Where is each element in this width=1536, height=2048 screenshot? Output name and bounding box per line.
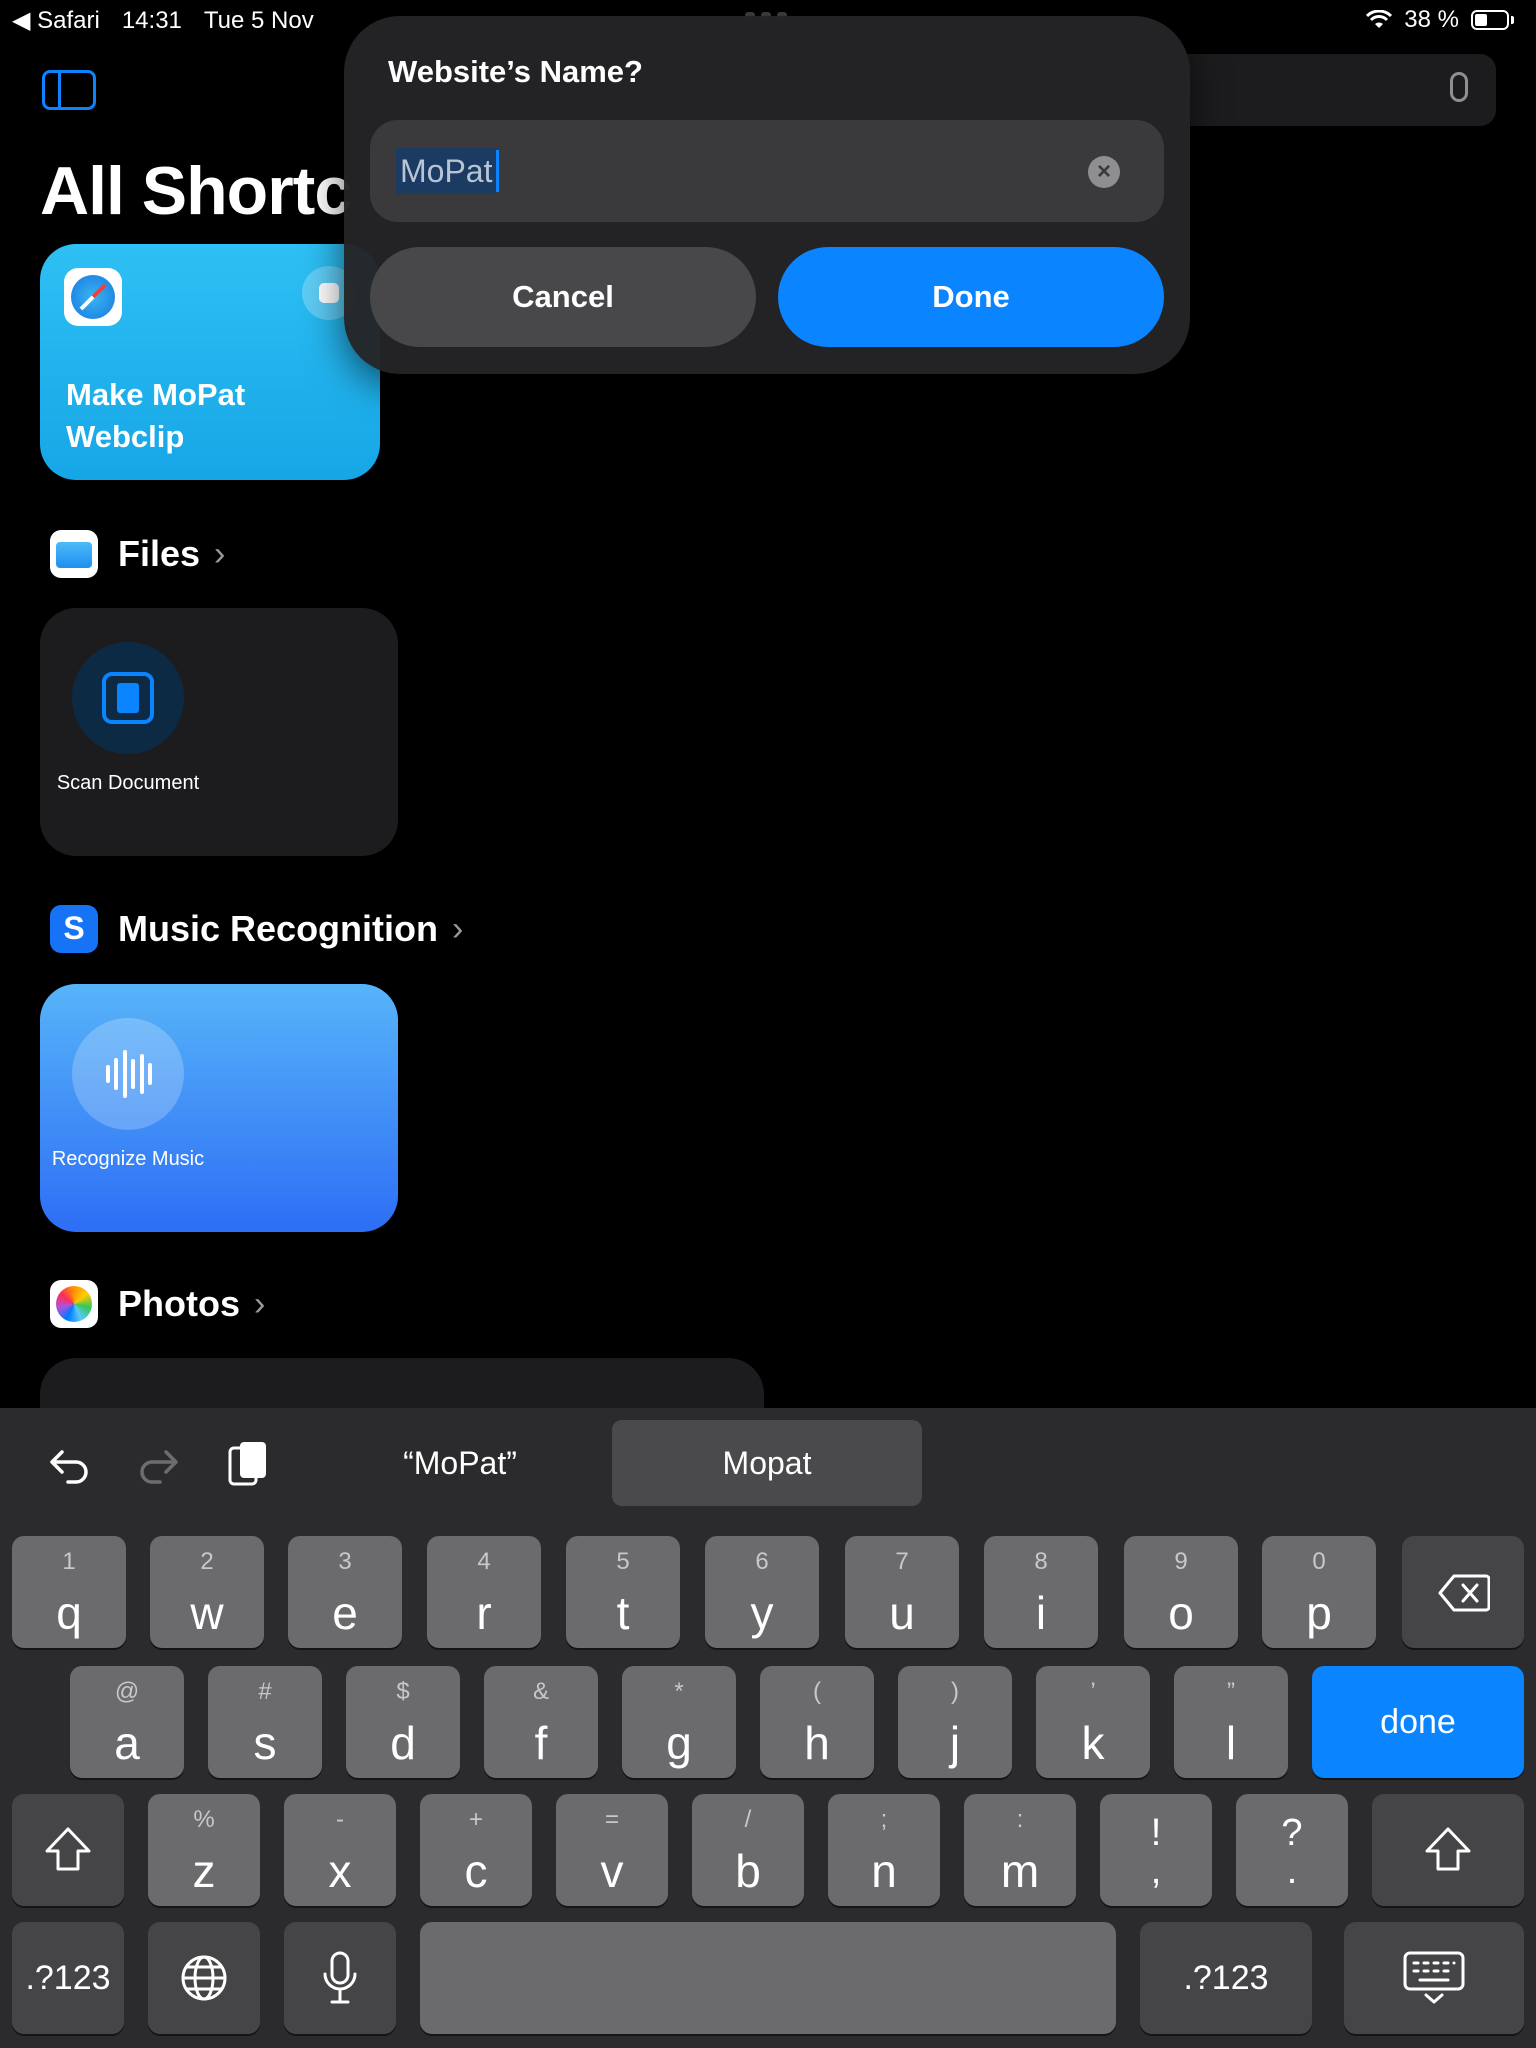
key-exclamation-comma[interactable]: !, (1100, 1794, 1212, 1906)
key-x[interactable]: -x (284, 1794, 396, 1906)
globe-key[interactable] (148, 1922, 260, 2034)
backspace-key[interactable] (1402, 1536, 1524, 1648)
key-a[interactable]: @ a (70, 1666, 184, 1778)
shazam-app-icon (50, 905, 98, 953)
shift-icon (1425, 1827, 1471, 1871)
done-button[interactable]: Done (778, 247, 1164, 347)
key-b[interactable]: / b (692, 1794, 804, 1906)
shortcut-card-scan-document[interactable]: Scan Document (40, 608, 398, 856)
wifi-icon (1366, 10, 1393, 28)
website-name-input[interactable]: MoPat × (370, 120, 1164, 222)
key-z[interactable]: % z (148, 1794, 260, 1906)
suggestion-literal[interactable]: “MoPat” (340, 1420, 580, 1506)
input-selected-text[interactable]: MoPat (396, 148, 500, 194)
globe-icon (181, 1955, 227, 2001)
shortcut-card-recognize-music[interactable]: Recognize Music (40, 984, 398, 1232)
key-s[interactable]: # s (208, 1666, 322, 1778)
numbers-key-left[interactable]: .?123 (12, 1922, 124, 2034)
section-header-music-recognition[interactable]: Music Recognition › (50, 905, 463, 953)
dismiss-keyboard-key[interactable] (1344, 1922, 1524, 2034)
delete-icon (1438, 1574, 1490, 1612)
key-r[interactable]: 4r (427, 1536, 541, 1648)
section-title: Music Recognition (118, 908, 439, 949)
section-header-photos[interactable]: Photos › (50, 1280, 265, 1328)
safari-icon (64, 268, 122, 326)
section-header-files[interactable]: Files › (50, 530, 225, 578)
paste-icon[interactable] (226, 1438, 270, 1488)
key-k[interactable]: ’ k (1036, 1666, 1150, 1778)
cancel-button[interactable]: Cancel (370, 247, 756, 347)
key-t[interactable]: 5t (566, 1536, 680, 1648)
on-screen-keyboard: “MoPat” Mopat 1q 2w 3e 4r 5t 6y 7u 8i 9o… (0, 1408, 1536, 2048)
scan-document-icon (102, 672, 154, 724)
microphone-icon (323, 1951, 357, 2004)
dialog-title: Website’s Name? (388, 54, 643, 89)
key-h[interactable]: (h (760, 1666, 874, 1778)
back-to-app-link[interactable]: ◀ Safari (12, 6, 100, 35)
numbers-key-right[interactable]: .?123 (1140, 1922, 1312, 2034)
status-date: Tue 5 Nov (203, 6, 314, 34)
section-title: Files (118, 533, 201, 574)
key-c[interactable]: + c (420, 1794, 532, 1906)
key-g[interactable]: * g (622, 1666, 736, 1778)
key-e[interactable]: 3e (288, 1536, 402, 1648)
shortcut-card-webclip[interactable]: Make MoPat Webclip (40, 244, 380, 480)
key-i[interactable]: 8i (984, 1536, 1098, 1648)
action-label: Scan Document (56, 772, 200, 794)
key-l[interactable]: ” l (1174, 1666, 1288, 1778)
key-m[interactable]: :m (964, 1794, 1076, 1906)
shift-key-right[interactable] (1372, 1794, 1524, 1906)
search-field[interactable] (1160, 54, 1496, 126)
key-v[interactable]: = v (556, 1794, 668, 1906)
waveform-icon (106, 1050, 152, 1098)
key-w[interactable]: 2w (150, 1536, 264, 1648)
key-f[interactable]: & f (484, 1666, 598, 1778)
page-title: All Shortc (40, 153, 352, 229)
redo-icon[interactable] (136, 1444, 180, 1484)
key-d[interactable]: $ d (346, 1666, 460, 1778)
files-app-icon (50, 530, 98, 578)
dictation-key[interactable] (284, 1922, 396, 2034)
shift-key-left[interactable] (12, 1794, 124, 1906)
key-y[interactable]: 6y (705, 1536, 819, 1648)
suggestion-autocorrect[interactable]: Mopat (612, 1420, 922, 1506)
photos-app-icon (50, 1280, 98, 1328)
key-j[interactable]: ) j (898, 1666, 1012, 1778)
key-u[interactable]: 7u (845, 1536, 959, 1648)
chevron-right-icon: › (214, 534, 226, 573)
keyboard-dismiss-icon (1403, 1951, 1465, 2004)
action-circle (72, 642, 184, 754)
battery-percent: 38 % (1404, 6, 1459, 33)
website-name-dialog: Website’s Name? MoPat × Cancel Done (344, 16, 1190, 374)
key-o[interactable]: 9o (1124, 1536, 1238, 1648)
action-circle (72, 1018, 184, 1130)
key-p[interactable]: 0p (1262, 1536, 1376, 1648)
undo-icon[interactable] (48, 1444, 92, 1484)
key-question-period[interactable]: ?. (1236, 1794, 1348, 1906)
keyboard-toolbar: “MoPat” Mopat (0, 1408, 1536, 1520)
shift-icon (45, 1827, 91, 1871)
action-label: Recognize Music (51, 1148, 205, 1170)
clear-text-icon[interactable]: × (1088, 156, 1120, 188)
shortcut-title: Make MoPat Webclip (66, 377, 246, 454)
chevron-right-icon: › (452, 909, 464, 948)
section-title: Photos (118, 1283, 240, 1324)
battery-icon (1471, 10, 1509, 30)
space-key[interactable] (420, 1922, 1116, 2034)
chevron-right-icon: › (254, 1284, 266, 1323)
key-n[interactable]: ; n (828, 1794, 940, 1906)
key-q[interactable]: 1q (12, 1536, 126, 1648)
keyboard-done-key[interactable]: done (1312, 1666, 1524, 1778)
microphone-icon[interactable] (1450, 72, 1468, 102)
status-time: 14:31 (121, 6, 182, 34)
sidebar-toggle-icon[interactable] (42, 70, 96, 110)
